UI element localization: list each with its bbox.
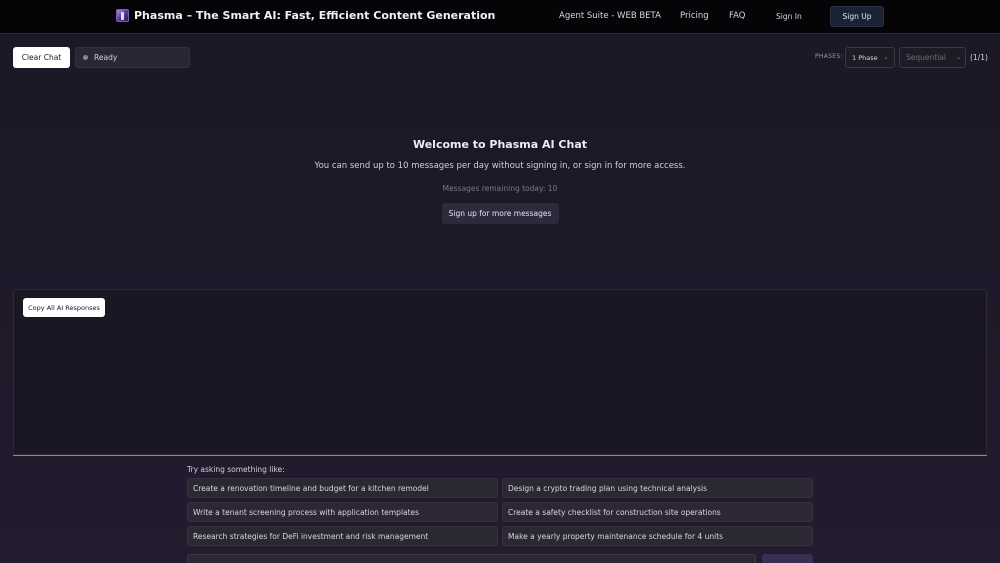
status-dot-icon	[83, 55, 88, 60]
chevron-down-icon: ⌄	[955, 54, 961, 61]
suggestion-item[interactable]: Create a safety checklist for constructi…	[502, 502, 813, 522]
send-button[interactable]	[762, 554, 813, 563]
welcome-description: You can send up to 10 messages per day w…	[314, 161, 686, 171]
phases-label: PHASES:	[815, 53, 843, 60]
chevron-down-icon: ⌄	[883, 54, 889, 61]
suggestion-item[interactable]: Design a crypto trading plan using techn…	[502, 478, 813, 498]
nav-agent-suite[interactable]: Agent Suite - WEB BETA	[559, 11, 661, 21]
messages-remaining: Messages remaining today: 10	[442, 184, 558, 193]
suggestion-item[interactable]: Make a yearly property maintenance sched…	[502, 526, 813, 546]
phase-count-select[interactable]: 1 Phase ⌄	[845, 47, 895, 68]
sign-in-link[interactable]: Sign In	[776, 12, 802, 21]
chat-panel: Copy All AI Responses	[13, 289, 987, 455]
copy-all-responses-button[interactable]: Copy All AI Responses	[23, 298, 105, 317]
top-navbar: Phasma – The Smart AI: Fast, Efficient C…	[0, 0, 1000, 34]
signup-more-messages-button[interactable]: Sign up for more messages	[441, 203, 559, 224]
nav-faq[interactable]: FAQ	[729, 11, 745, 21]
nav-pricing[interactable]: Pricing	[680, 11, 709, 21]
phase-count-value: 1 Phase	[852, 53, 878, 62]
suggestion-item[interactable]: Write a tenant screening process with ap…	[187, 502, 498, 522]
clear-chat-button[interactable]: Clear Chat	[13, 47, 70, 68]
status-indicator: Ready	[75, 47, 190, 68]
message-input[interactable]	[187, 554, 756, 563]
suggestion-item[interactable]: Create a renovation timeline and budget …	[187, 478, 498, 498]
suggestions-label: Try asking something like:	[187, 465, 285, 474]
phase-mode-select[interactable]: Sequential ⌄	[899, 47, 966, 68]
divider	[13, 455, 987, 456]
phasma-logo-icon	[116, 9, 129, 22]
phase-mode-value: Sequential	[906, 53, 946, 62]
welcome-section: Welcome to Phasma AI Chat You can send u…	[0, 138, 1000, 224]
brand[interactable]: Phasma – The Smart AI: Fast, Efficient C…	[116, 9, 495, 22]
suggestion-item[interactable]: Research strategies for DeFi investment …	[187, 526, 498, 546]
welcome-title: Welcome to Phasma AI Chat	[412, 138, 588, 151]
phase-counter: (1/1)	[970, 53, 988, 62]
sign-up-button[interactable]: Sign Up	[830, 6, 884, 27]
brand-title: Phasma – The Smart AI: Fast, Efficient C…	[134, 9, 496, 22]
status-text: Ready	[94, 53, 118, 62]
